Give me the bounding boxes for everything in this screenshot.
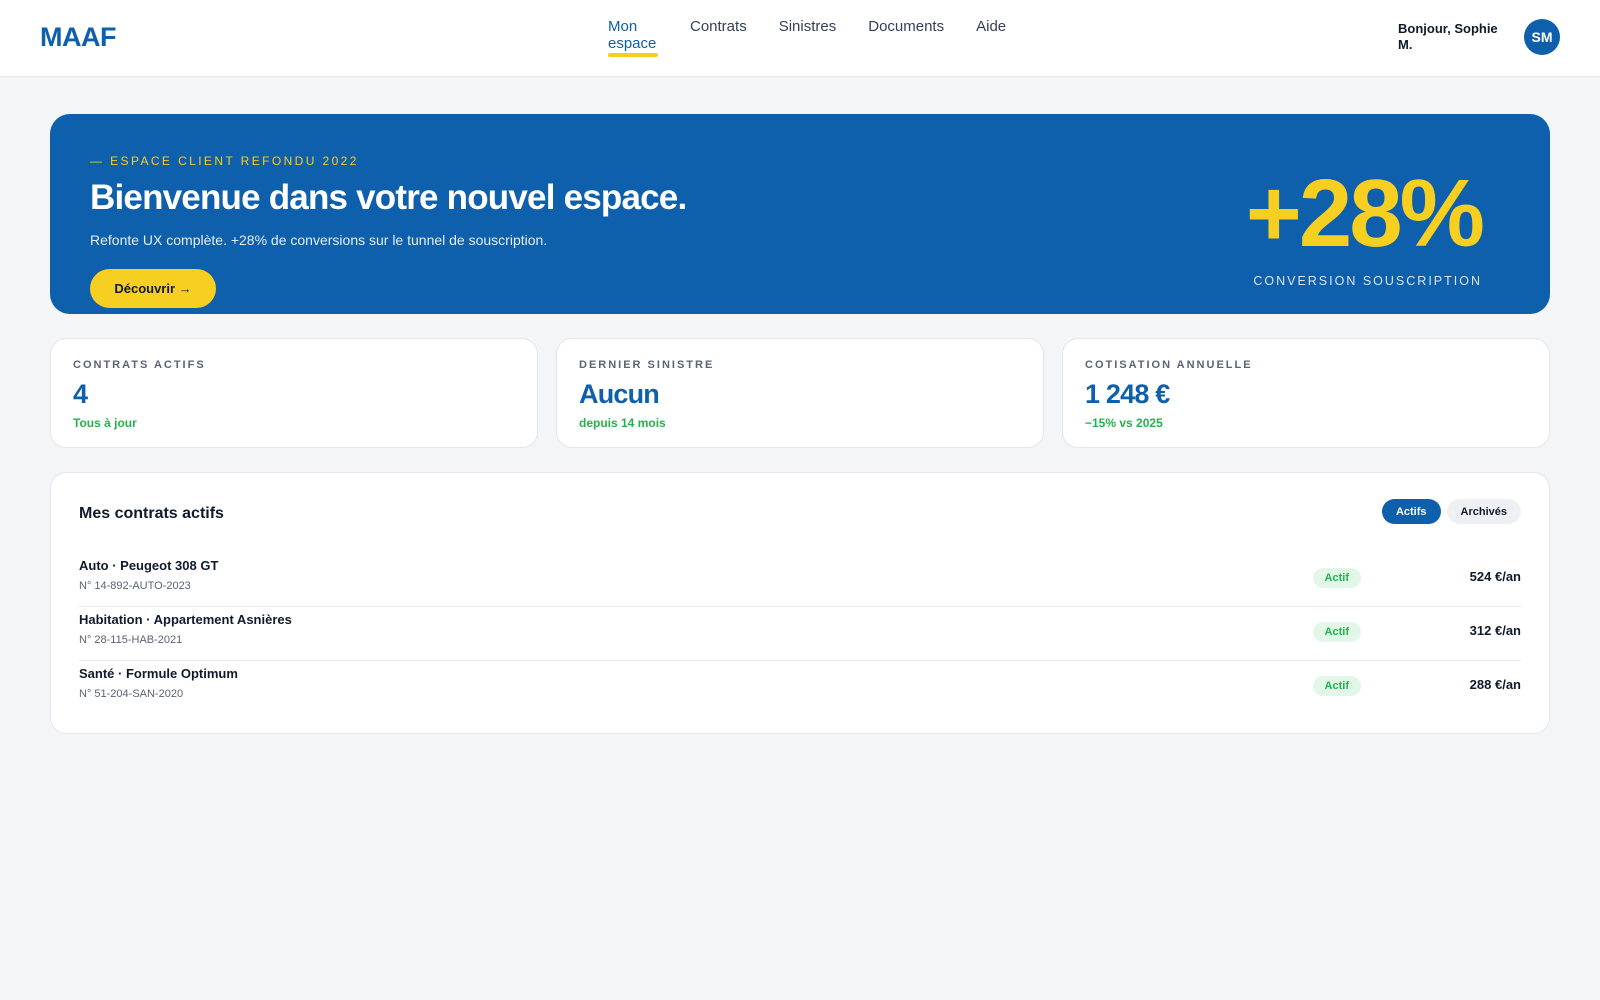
kpi-label: COTISATION ANNUELLE xyxy=(1085,359,1253,371)
kpi-label: CONTRATS ACTIFS xyxy=(73,359,206,371)
kpi-value: 1 248 € xyxy=(1085,379,1170,409)
nav-item-aide[interactable]: Aide xyxy=(976,18,1006,56)
user-menu[interactable]: Bonjour, Sophie M. SM xyxy=(1398,19,1560,55)
contract-row[interactable]: Santé · Formule Optimum N° 51-204-SAN-20… xyxy=(79,661,1521,715)
status-badge: Actif xyxy=(1312,622,1361,642)
kpi-card-cotisation-annuelle: COTISATION ANNUELLE 1 248 € −15% vs 2025 xyxy=(1062,338,1550,448)
top-bar: MAAF Mon espace Contrats Sinistres Docum… xyxy=(0,0,1600,77)
hero-banner: — ESPACE CLIENT REFONDU 2022 Bienvenue d… xyxy=(50,114,1550,314)
contract-number: N° 51-204-SAN-2020 xyxy=(79,688,184,700)
kpi-value: 4 xyxy=(73,379,88,409)
nav-item-sinistres[interactable]: Sinistres xyxy=(779,18,837,56)
contract-number: N° 28-115-HAB-2021 xyxy=(79,634,183,646)
contract-row[interactable]: Habitation · Appartement Asnières N° 28-… xyxy=(79,607,1521,661)
hero-stat-value: +28% xyxy=(1245,160,1485,267)
kpi-subtext: Tous à jour xyxy=(73,416,137,430)
contracts-list: Auto · Peugeot 308 GT N° 14-892-AUTO-202… xyxy=(79,553,1521,715)
kpi-subtext: −15% vs 2025 xyxy=(1085,416,1163,430)
main-nav: Mon espace Contrats Sinistres Documents … xyxy=(608,18,1006,57)
contract-price: 312 €/an xyxy=(1469,623,1521,638)
user-greeting: Bonjour, Sophie M. xyxy=(1398,21,1498,52)
status-badge: Actif xyxy=(1312,676,1361,696)
hero-stat-label: CONVERSION SOUSCRIPTION xyxy=(1253,274,1482,288)
contract-price: 524 €/an xyxy=(1469,569,1521,584)
kpi-card-dernier-sinistre: DERNIER SINISTRE Aucun depuis 14 mois xyxy=(556,338,1044,448)
nav-item-documents[interactable]: Documents xyxy=(868,18,944,56)
kpi-card-contrats-actifs: CONTRATS ACTIFS 4 Tous à jour xyxy=(50,338,538,448)
hero-eyebrow: — ESPACE CLIENT REFONDU 2022 xyxy=(90,154,359,168)
contract-price: 288 €/an xyxy=(1469,677,1521,692)
contract-name: Santé · Formule Optimum xyxy=(79,666,238,681)
nav-item-contrats[interactable]: Contrats xyxy=(690,18,747,56)
contract-number: N° 14-892-AUTO-2023 xyxy=(79,580,191,592)
contract-name: Habitation · Appartement Asnières xyxy=(79,612,292,627)
discover-button[interactable]: Découvrir → xyxy=(90,269,216,308)
kpi-value: Aucun xyxy=(579,379,660,409)
status-badge: Actif xyxy=(1312,568,1361,588)
contracts-card: Mes contrats actifs Actifs Archivés Auto… xyxy=(50,472,1550,734)
contract-row[interactable]: Auto · Peugeot 308 GT N° 14-892-AUTO-202… xyxy=(79,553,1521,607)
hero-title: Bienvenue dans votre nouvel espace. xyxy=(90,178,687,217)
filter-actifs-button[interactable]: Actifs xyxy=(1381,499,1441,524)
contracts-title: Mes contrats actifs xyxy=(79,505,224,522)
maaf-logo[interactable]: MAAF xyxy=(40,22,116,53)
avatar[interactable]: SM xyxy=(1524,19,1560,55)
hero-subtitle: Refonte UX complète. +28% de conversions… xyxy=(90,232,548,248)
contracts-filter: Actifs Archivés xyxy=(1381,499,1521,524)
contract-name: Auto · Peugeot 308 GT xyxy=(79,558,219,573)
kpi-label: DERNIER SINISTRE xyxy=(579,359,715,371)
filter-archives-button[interactable]: Archivés xyxy=(1446,499,1521,524)
kpi-row: CONTRATS ACTIFS 4 Tous à jour DERNIER SI… xyxy=(50,338,1550,448)
kpi-subtext: depuis 14 mois xyxy=(579,416,666,430)
nav-item-mon-espace[interactable]: Mon espace xyxy=(608,18,658,57)
